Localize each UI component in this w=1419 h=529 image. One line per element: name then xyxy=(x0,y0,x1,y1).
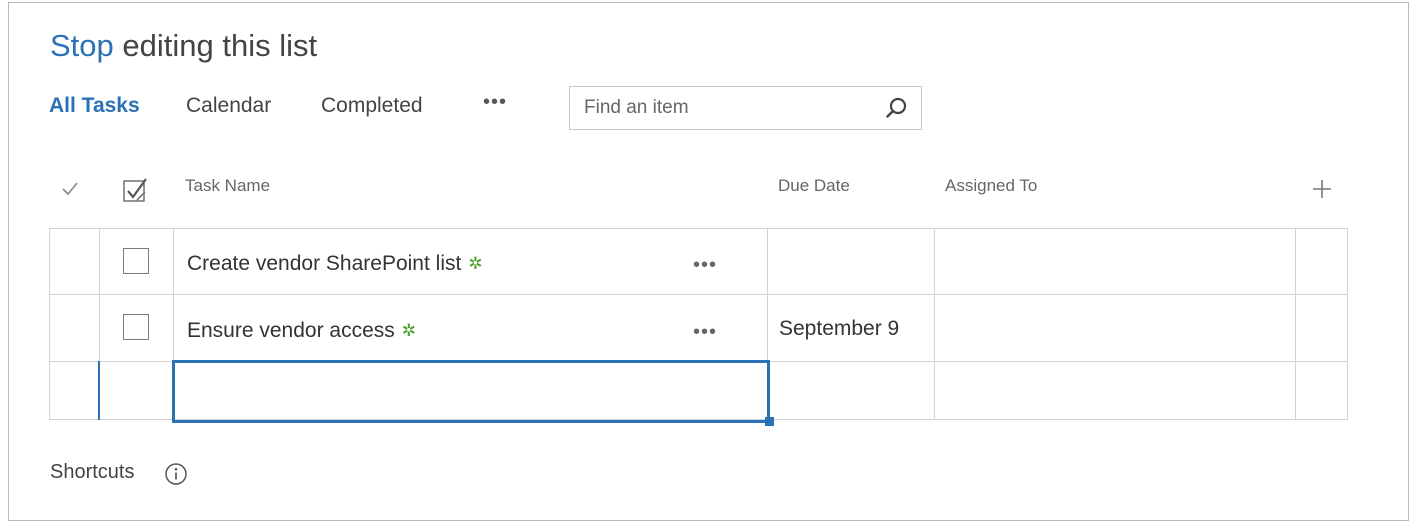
new-assigned-to-cell[interactable] xyxy=(937,362,1292,418)
new-due-date-cell[interactable] xyxy=(772,362,932,418)
task-name-text[interactable]: Create vendor SharePoint list xyxy=(187,252,461,275)
column-header-due-date[interactable]: Due Date xyxy=(778,176,850,196)
task-name-cell[interactable]: Create vendor SharePoint list ✲ xyxy=(187,252,483,276)
page-title: Stop editing this list xyxy=(50,28,317,64)
task-name-cell[interactable]: Ensure vendor access ✲ xyxy=(187,319,416,343)
row-checkbox[interactable] xyxy=(123,314,149,340)
shortcuts-label[interactable]: Shortcuts xyxy=(50,461,134,484)
task-name-text[interactable]: Ensure vendor access xyxy=(187,319,395,342)
view-calendar[interactable]: Calendar xyxy=(186,94,271,118)
new-item-icon: ✲ xyxy=(401,321,417,340)
new-item-icon: ✲ xyxy=(468,254,483,273)
search-icon[interactable] xyxy=(885,96,909,120)
due-date-cell[interactable]: September 9 xyxy=(779,317,899,341)
item-menu-button[interactable]: ••• xyxy=(693,254,717,277)
grid-line xyxy=(49,228,1348,229)
grid-line xyxy=(49,228,50,420)
row-checkbox[interactable] xyxy=(123,248,149,274)
search-box xyxy=(569,86,922,130)
checkmark-column-icon xyxy=(62,182,78,196)
column-header-assigned-to[interactable]: Assigned To xyxy=(945,176,1037,196)
grid-line xyxy=(1295,228,1296,420)
info-icon[interactable] xyxy=(164,462,188,486)
new-task-name-input[interactable] xyxy=(172,360,770,423)
select-all-checkbox-icon[interactable] xyxy=(121,176,151,206)
grid-line xyxy=(49,294,1348,295)
fill-handle[interactable] xyxy=(765,417,774,426)
view-completed[interactable]: Completed xyxy=(321,94,423,118)
item-menu-button[interactable]: ••• xyxy=(693,321,717,344)
grid-line xyxy=(934,228,935,420)
search-input[interactable] xyxy=(570,87,884,129)
stop-editing-link[interactable]: Stop xyxy=(50,28,114,63)
grid-line xyxy=(1347,228,1348,420)
view-all-tasks[interactable]: All Tasks xyxy=(49,94,140,118)
column-header-task-name[interactable]: Task Name xyxy=(185,176,270,196)
more-views-button[interactable]: ••• xyxy=(483,91,507,114)
page-title-text: editing this list xyxy=(122,28,318,63)
add-column-icon[interactable] xyxy=(1309,176,1335,202)
new-row-indicator xyxy=(98,361,100,420)
